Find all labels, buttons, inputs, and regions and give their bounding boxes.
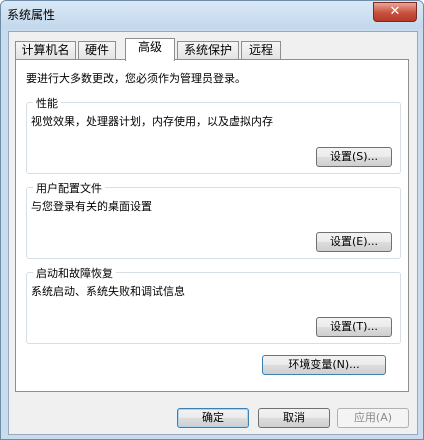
tab-remote[interactable]: 远程: [241, 41, 281, 59]
advanced-tab-panel: 要进行大多数更改，您必须作为管理员登录。 性能 视觉效果，处理器计划，内存使用，…: [15, 59, 409, 392]
startup-recovery-settings-button[interactable]: 设置(T)...: [316, 317, 392, 337]
ok-button[interactable]: 确定: [177, 408, 249, 428]
performance-settings-button[interactable]: 设置(S)...: [316, 147, 392, 167]
environment-variables-button[interactable]: 环境变量(N)...: [262, 355, 386, 375]
tab-advanced[interactable]: 高级: [125, 38, 175, 61]
performance-title: 性能: [33, 95, 61, 111]
user-profiles-description: 与您登录有关的桌面设置: [31, 200, 152, 213]
close-button[interactable]: ✕: [373, 2, 417, 22]
window-title: 系统属性: [7, 8, 56, 22]
close-icon: ✕: [389, 4, 401, 19]
startup-recovery-title: 启动和故障恢复: [33, 265, 116, 281]
tab-computer-name[interactable]: 计算机名: [15, 41, 76, 59]
performance-description: 视觉效果，处理器计划，内存使用，以及虚拟内存: [31, 115, 273, 128]
tab-hardware[interactable]: 硬件: [78, 41, 116, 59]
tab-system-protection[interactable]: 系统保护: [177, 41, 239, 59]
startup-recovery-group: 启动和故障恢复 系统启动、系统失败和调试信息 设置(T)...: [26, 265, 401, 344]
user-profiles-title: 用户配置文件: [33, 180, 105, 196]
performance-group: 性能 视觉效果，处理器计划，内存使用，以及虚拟内存 设置(S)...: [26, 95, 401, 174]
system-properties-window: 系统属性 ✕ 计算机名 硬件 高级 系统保护 远程 要进行大多数更改，您必须作为…: [0, 0, 424, 440]
dialog-client-area: 计算机名 硬件 高级 系统保护 远程 要进行大多数更改，您必须作为管理员登录。 …: [8, 31, 418, 435]
title-bar[interactable]: 系统属性 ✕: [1, 1, 423, 29]
user-profiles-settings-button[interactable]: 设置(E)...: [316, 232, 392, 252]
startup-recovery-description: 系统启动、系统失败和调试信息: [31, 285, 185, 298]
admin-notice: 要进行大多数更改，您必须作为管理员登录。: [26, 72, 246, 85]
cancel-button[interactable]: 取消: [258, 408, 330, 428]
apply-button[interactable]: 应用(A): [337, 408, 409, 428]
user-profiles-group: 用户配置文件 与您登录有关的桌面设置 设置(E)...: [26, 180, 401, 259]
